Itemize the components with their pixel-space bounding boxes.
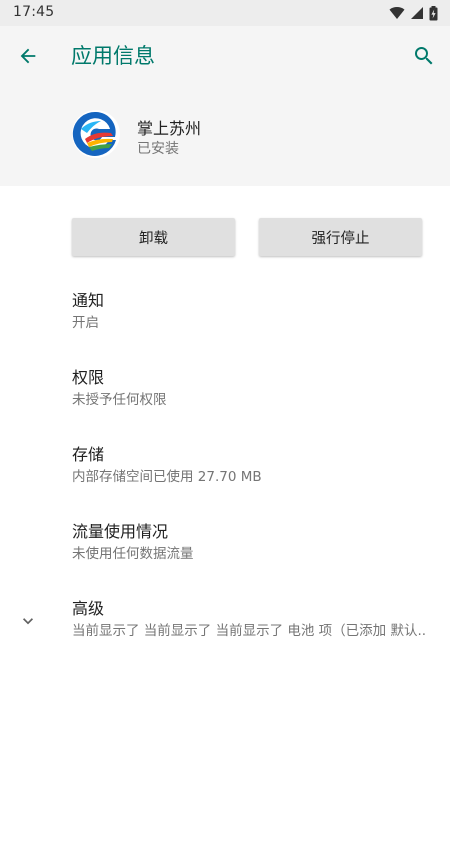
pref-title: 高级	[72, 599, 105, 618]
signal-icon	[411, 7, 423, 19]
page-title: 应用信息	[71, 44, 155, 68]
search-button[interactable]	[410, 42, 438, 70]
pref-summary: 未授予任何权限	[72, 392, 167, 408]
battery-icon	[429, 5, 438, 20]
uninstall-button[interactable]: 卸载	[72, 218, 235, 256]
app-install-status: 已安装	[137, 141, 179, 157]
pref-summary: 内部存储空间已使用 27.70 MB	[72, 469, 262, 485]
chevron-down-icon	[23, 618, 33, 625]
app-logo-icon	[72, 110, 120, 158]
pref-permissions[interactable]: 权限 未授予任何权限	[0, 364, 450, 426]
pref-title: 存储	[72, 445, 105, 464]
pref-notifications[interactable]: 通知 开启	[0, 287, 450, 349]
force-stop-button[interactable]: 强行停止	[259, 218, 422, 256]
back-button[interactable]	[14, 42, 42, 70]
pref-summary: 未使用任何数据流量	[72, 546, 194, 562]
pref-summary: 开启	[72, 315, 99, 331]
pref-title: 通知	[72, 291, 105, 310]
pref-title: 权限	[72, 368, 105, 387]
pref-storage[interactable]: 存储 内部存储空间已使用 27.70 MB	[0, 441, 450, 503]
pref-advanced[interactable]: 高级 当前显示了 当前显示了 当前显示了 电池 项（已添加 默认..	[0, 595, 450, 657]
search-icon	[415, 47, 433, 65]
app-info-header: 应用信息 掌上苏州 已安装	[0, 26, 450, 186]
status-icons	[389, 5, 438, 21]
back-arrow-icon	[20, 48, 36, 64]
pref-title: 流量使用情况	[72, 522, 169, 541]
status-time: 17:45	[13, 4, 55, 20]
app-name: 掌上苏州	[137, 119, 202, 138]
pref-data-usage[interactable]: 流量使用情况 未使用任何数据流量	[0, 518, 450, 580]
status-bar: 17:45	[0, 0, 450, 26]
pref-summary: 当前显示了 当前显示了 当前显示了 电池 项（已添加 默认..	[72, 623, 427, 639]
wifi-icon	[389, 7, 405, 19]
